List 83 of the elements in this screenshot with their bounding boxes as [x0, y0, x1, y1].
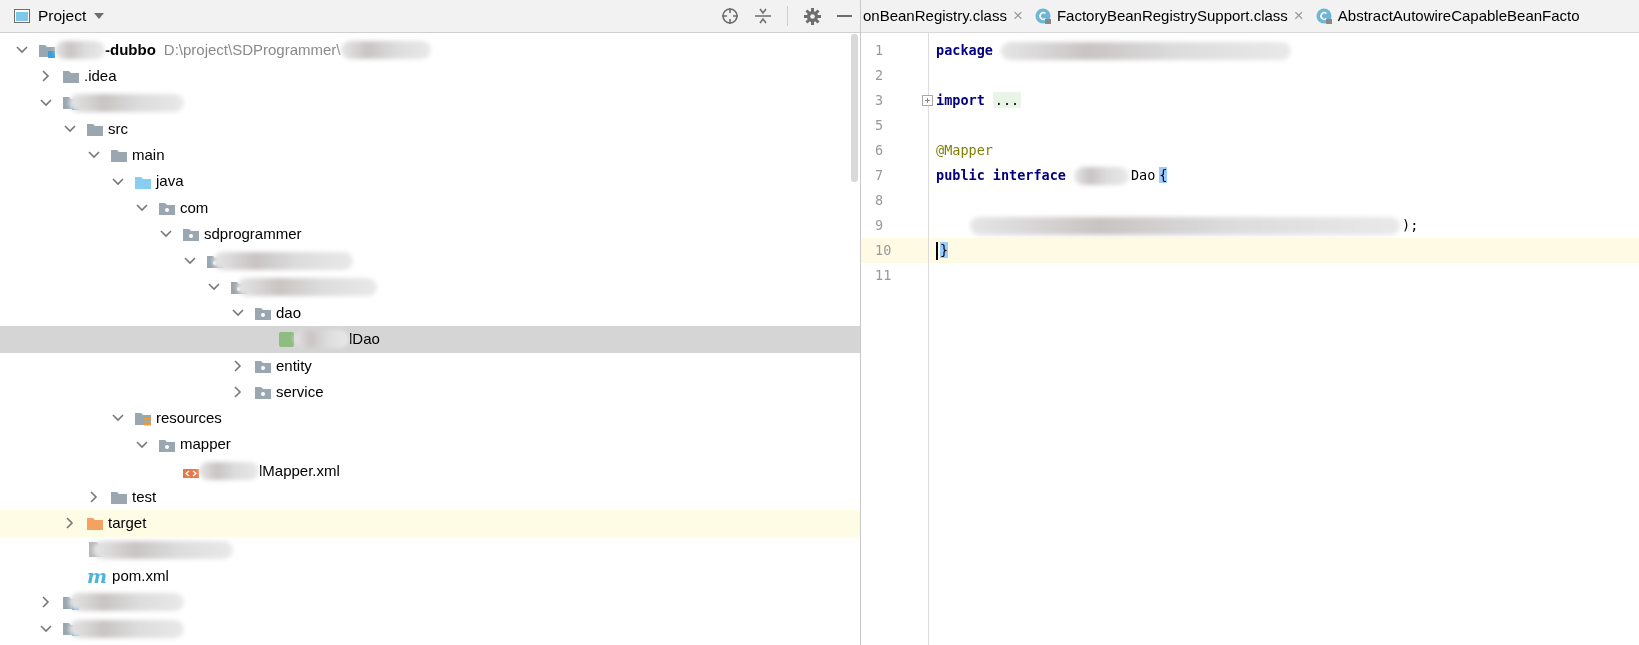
tree-item[interactable]: test: [0, 484, 860, 511]
folder-icon: [111, 490, 127, 505]
tree-item[interactable]: m pom.xml: [0, 562, 860, 590]
dropdown-caret-icon[interactable]: [94, 13, 105, 19]
panel-icon: [14, 9, 30, 23]
code-brace: }: [940, 242, 949, 258]
minimize-icon[interactable]: [837, 14, 852, 18]
chevron-down-icon[interactable]: [40, 622, 52, 635]
line-number: 9: [874, 216, 885, 235]
module-icon: [39, 42, 55, 58]
code-annotation: @Mapper: [936, 142, 993, 158]
chevron-right-icon[interactable]: [232, 359, 244, 372]
folder-icon: [135, 174, 151, 189]
chevron-right-icon[interactable]: [40, 70, 52, 83]
chevron-down-icon[interactable]: [208, 280, 220, 293]
package-icon: [255, 358, 271, 373]
editor-tab[interactable]: onBeanRegistry.class ×: [861, 3, 1033, 29]
package-icon: [183, 227, 199, 242]
chevron-right-icon[interactable]: [64, 517, 76, 530]
module-path: D:\project\SDProgrammer\: [163, 40, 341, 60]
code-keyword: public: [936, 167, 985, 183]
class-file-icon: [1034, 8, 1051, 24]
editor-tab[interactable]: AbstractAutowireCapableBeanFacto: [1313, 4, 1590, 28]
tree-item[interactable]: entity: [0, 352, 860, 379]
tree-item[interactable]: dao: [0, 299, 860, 327]
line-number: 2: [874, 66, 885, 85]
maven-icon: m: [87, 562, 108, 590]
tree-item[interactable]: com: [0, 194, 860, 222]
package-icon: [159, 200, 175, 215]
tree-item[interactable]: resources: [0, 405, 860, 432]
tree-item[interactable]: java: [0, 168, 860, 195]
folder-icon: [87, 516, 103, 531]
package-icon: [255, 385, 271, 399]
tree-item[interactable]: target: [0, 510, 860, 537]
chevron-down-icon[interactable]: [136, 201, 148, 214]
collapse-all-icon[interactable]: [755, 7, 771, 25]
tree-item[interactable]: main: [0, 142, 860, 169]
line-number: 10: [861, 238, 928, 263]
fold-icon[interactable]: [922, 95, 933, 106]
line-number: 7: [874, 166, 885, 185]
line-number: 3: [874, 91, 885, 110]
class-file-icon: [1315, 8, 1332, 24]
chevron-down-icon[interactable]: [40, 96, 52, 109]
code-brace: {: [1159, 167, 1168, 183]
line-number: 6: [874, 141, 885, 160]
chevron-right-icon[interactable]: [88, 491, 100, 504]
text-cursor: [936, 242, 938, 260]
locate-icon[interactable]: [721, 7, 739, 25]
editor-tab[interactable]: FactoryBeanRegistrySupport.class ×: [1032, 3, 1314, 29]
scrollbar[interactable]: [851, 34, 858, 182]
code-text: Dao: [1130, 167, 1156, 183]
package-icon: [159, 437, 175, 452]
tree-item[interactable]: lDao: [0, 326, 860, 353]
code-keyword: interface: [992, 167, 1066, 183]
folder-icon: [111, 148, 127, 163]
tree-item[interactable]: sdprogrammer: [0, 221, 860, 248]
line-number: 11: [874, 266, 893, 285]
tree-item[interactable]: mapper: [0, 431, 860, 458]
code-keyword: package: [936, 42, 993, 58]
interface-icon: [279, 331, 294, 347]
folded-code[interactable]: ...: [992, 92, 1022, 108]
folder-icon: [87, 122, 103, 137]
code-text: );: [1402, 217, 1419, 233]
tree-item[interactable]: lMapper.xml: [0, 457, 860, 485]
chevron-right-icon[interactable]: [40, 596, 52, 609]
tree-item[interactable]: service: [0, 378, 860, 406]
settings-icon[interactable]: [804, 7, 821, 25]
chevron-down-icon[interactable]: [136, 438, 148, 451]
folder-icon: [63, 69, 79, 84]
line-number: 5: [874, 116, 885, 135]
panel-title[interactable]: Project: [38, 4, 87, 28]
chevron-down-icon[interactable]: [112, 175, 124, 188]
line-number: 8: [874, 191, 885, 210]
package-icon: [255, 306, 271, 321]
code-keyword: import: [936, 92, 985, 108]
redaction-blur: [1073, 167, 1129, 185]
line-number: 1: [874, 41, 885, 60]
chevron-down-icon[interactable]: [184, 254, 196, 267]
tree-item[interactable]: src: [0, 115, 860, 143]
chevron-right-icon[interactable]: [232, 386, 244, 398]
tree-item[interactable]: .idea: [0, 63, 860, 90]
resources-folder-icon: [135, 410, 151, 426]
tree-item[interactable]: -dubbo D:\project\SDProgrammer\: [0, 37, 860, 64]
